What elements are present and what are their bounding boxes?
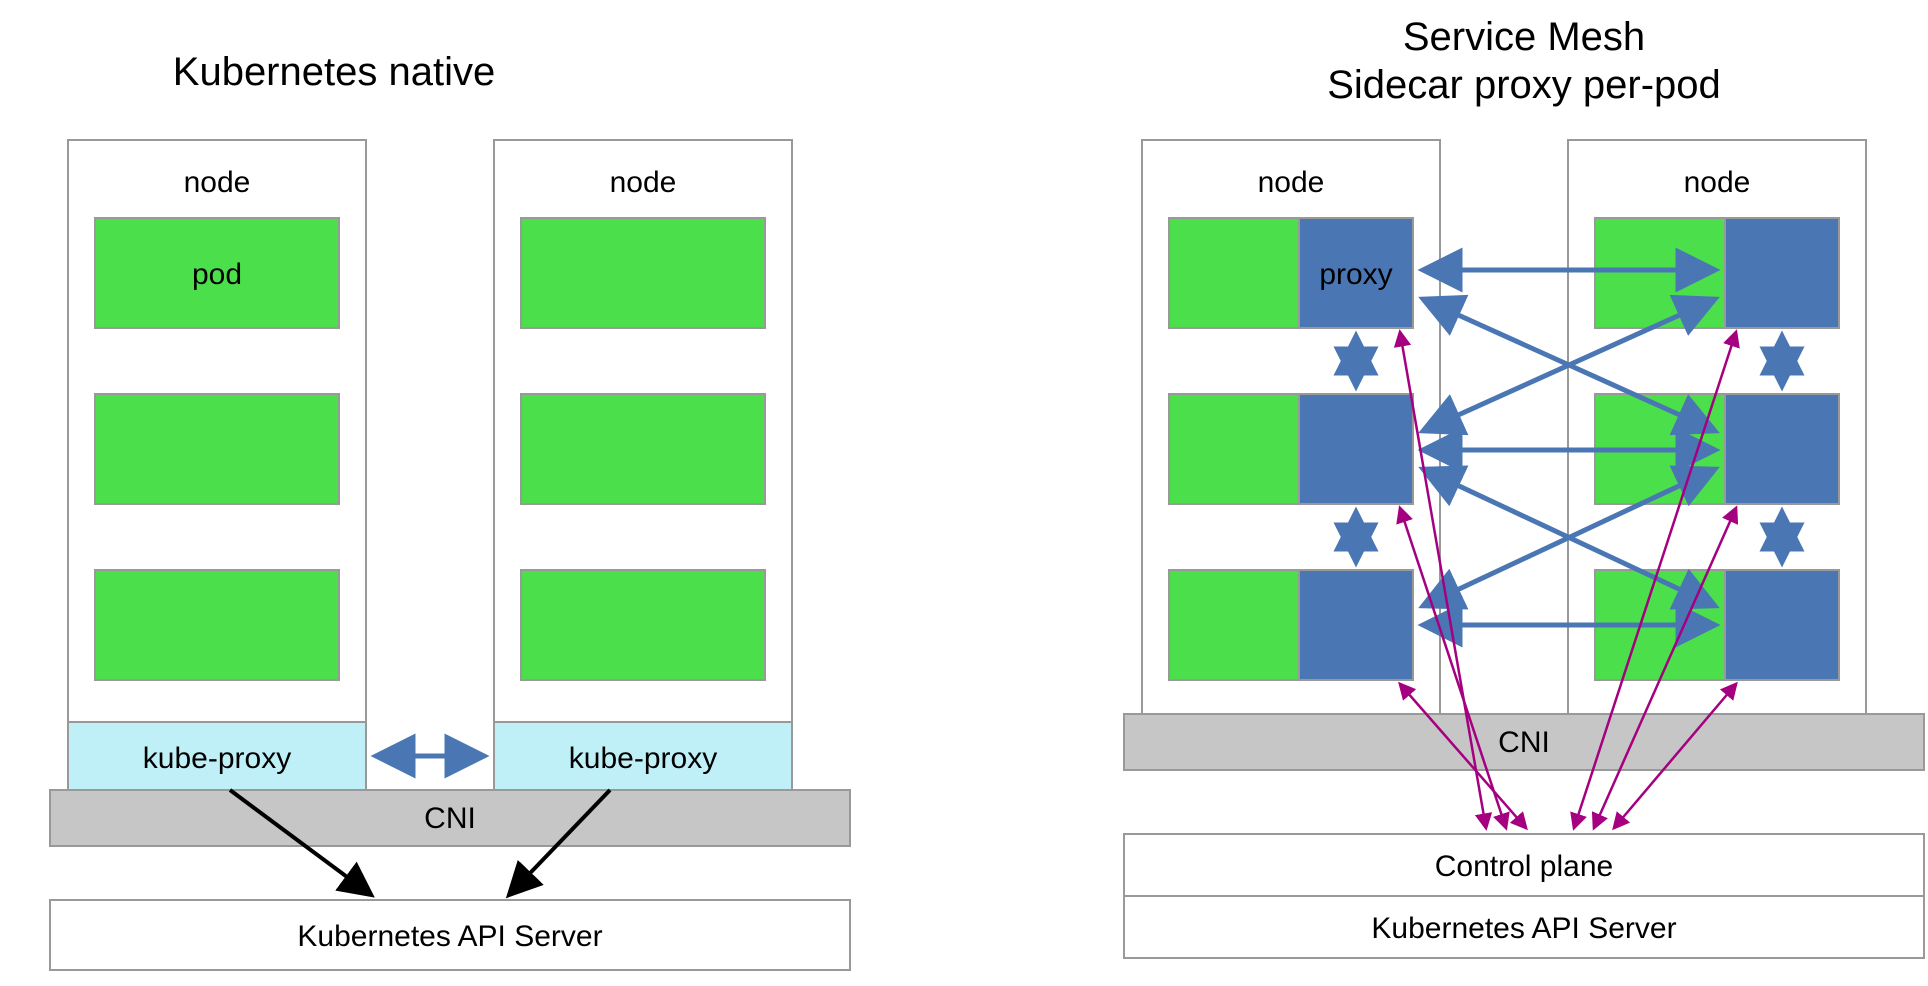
proxy-half (1299, 394, 1413, 504)
pod-box (521, 218, 765, 328)
pod-box (95, 394, 339, 504)
kube-proxy-label: kube-proxy (143, 742, 291, 775)
pod-box (521, 570, 765, 680)
right-node2-label: node (1684, 166, 1751, 199)
right-api-label: Kubernetes API Server (1371, 912, 1676, 945)
right-title-2: Sidecar proxy per-pod (1327, 63, 1721, 107)
right-diagram: Service Mesh Sidecar proxy per-pod CNI n… (1124, 15, 1924, 958)
right-cni-label: CNI (1498, 726, 1550, 759)
left-pod-label: pod (192, 258, 242, 291)
right-title-1: Service Mesh (1403, 15, 1645, 59)
left-cni-label: CNI (424, 802, 476, 835)
proxy-half (1725, 218, 1839, 328)
control-plane-label: Control plane (1435, 850, 1613, 883)
proxy-label: proxy (1319, 258, 1392, 291)
pod-half (1169, 218, 1299, 328)
proxy-half (1299, 570, 1413, 680)
pod-box (95, 570, 339, 680)
left-node1-label: node (184, 166, 251, 199)
pod-box (521, 394, 765, 504)
left-diagram: Kubernetes native CNI node pod kube-prox… (50, 50, 850, 970)
pod-half (1169, 394, 1299, 504)
pod-half (1169, 570, 1299, 680)
right-node-2: node (1568, 140, 1866, 714)
left-node2-label: node (610, 166, 677, 199)
proxy-half (1725, 394, 1839, 504)
right-node-1: node proxy (1142, 140, 1440, 714)
right-node1-label: node (1258, 166, 1325, 199)
proxy-half (1725, 570, 1839, 680)
pod-half (1595, 218, 1725, 328)
left-api-label: Kubernetes API Server (297, 920, 602, 953)
kube-proxy-label-2: kube-proxy (569, 742, 717, 775)
left-node-1: node pod kube-proxy (68, 140, 366, 790)
diagram-canvas: Kubernetes native CNI node pod kube-prox… (0, 0, 1928, 986)
left-title: Kubernetes native (173, 50, 495, 94)
left-node-2: node kube-proxy (494, 140, 792, 790)
